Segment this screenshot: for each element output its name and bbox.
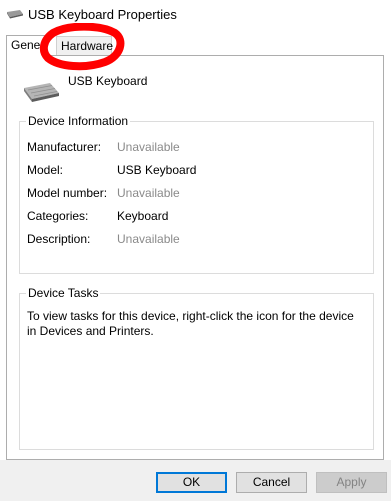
ok-button[interactable]: OK [156,472,227,493]
device-name: USB Keyboard [68,74,148,88]
info-value: Unavailable [117,186,180,200]
tab-strip: General Hardware [0,35,391,56]
info-value: Unavailable [117,232,180,246]
window-title: USB Keyboard Properties [28,7,177,22]
info-label: Description: [27,232,91,246]
info-value: Keyboard [117,209,169,223]
properties-dialog: USB Keyboard Properties General Hardware… [0,0,391,501]
info-row-manufacturer: Manufacturer: Unavailable [27,139,367,155]
info-value: USB Keyboard [117,163,197,177]
info-label: Model number: [27,186,108,200]
keyboard-icon [7,10,23,19]
title-bar[interactable]: USB Keyboard Properties [0,0,391,30]
device-tasks-text: To view tasks for this device, right-cli… [27,309,354,338]
info-label: Categories: [27,209,89,223]
info-label: Model: [27,163,64,177]
info-row-model-number: Model number: Unavailable [27,185,367,201]
info-value: Unavailable [117,140,180,154]
apply-button[interactable]: Apply [316,472,387,493]
info-row-description: Description: Unavailable [27,231,367,247]
tab-hardware[interactable]: Hardware [56,36,113,55]
keyboard-icon [24,83,59,102]
info-label: Manufacturer: [27,140,102,154]
info-row-categories: Categories: Keyboard [27,208,367,224]
general-tab-panel: USB Keyboard Device Information Manufact… [6,55,384,460]
device-information-title: Device Information [26,114,131,129]
dialog-footer: OK Cancel Apply [0,460,391,501]
device-tasks-title: Device Tasks [26,286,101,301]
cancel-button[interactable]: Cancel [236,472,307,493]
tab-general[interactable]: General [6,35,46,56]
info-row-model: Model: USB Keyboard [27,162,367,178]
device-information-group: Device Information Manufacturer: Unavail… [19,114,374,274]
device-tasks-group: Device Tasks To view tasks for this devi… [19,286,374,450]
